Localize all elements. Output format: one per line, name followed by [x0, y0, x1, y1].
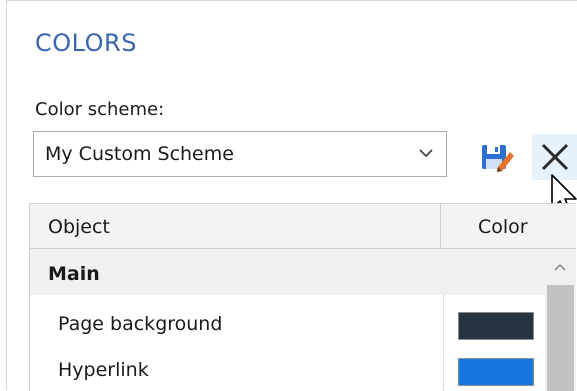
chevron-up-icon[interactable]: [554, 261, 566, 273]
save-icon: [482, 145, 514, 172]
color-swatch[interactable]: [458, 358, 534, 386]
color-scheme-label: Color scheme:: [35, 99, 165, 120]
chevron-down-icon: [419, 149, 433, 158]
color-swatch[interactable]: [458, 312, 534, 340]
color-scheme-value: My Custom Scheme: [45, 143, 234, 165]
section-title: COLORS: [35, 29, 137, 57]
color-objects-table: Object Color Main Page background Hyperl…: [29, 203, 576, 391]
group-label: Main: [48, 263, 100, 285]
group-row-main[interactable]: Main: [30, 249, 576, 295]
column-header-color[interactable]: Color: [478, 216, 528, 238]
table-row-page-background[interactable]: Page background: [30, 301, 545, 347]
row-label: Hyperlink: [58, 359, 149, 381]
save-scheme-button[interactable]: [477, 137, 517, 177]
color-scheme-dropdown[interactable]: My Custom Scheme: [33, 131, 447, 177]
column-separator[interactable]: [440, 204, 441, 249]
column-header-object[interactable]: Object: [48, 216, 110, 238]
row-label: Page background: [58, 313, 223, 335]
table-row-hyperlink[interactable]: Hyperlink: [30, 347, 545, 391]
scrollbar-thumb[interactable]: [547, 285, 574, 391]
vertical-scrollbar[interactable]: [545, 249, 576, 391]
table-header: Object Color: [30, 204, 576, 249]
colors-panel: COLORS Color scheme: My Custom Scheme Ob…: [6, 0, 577, 391]
